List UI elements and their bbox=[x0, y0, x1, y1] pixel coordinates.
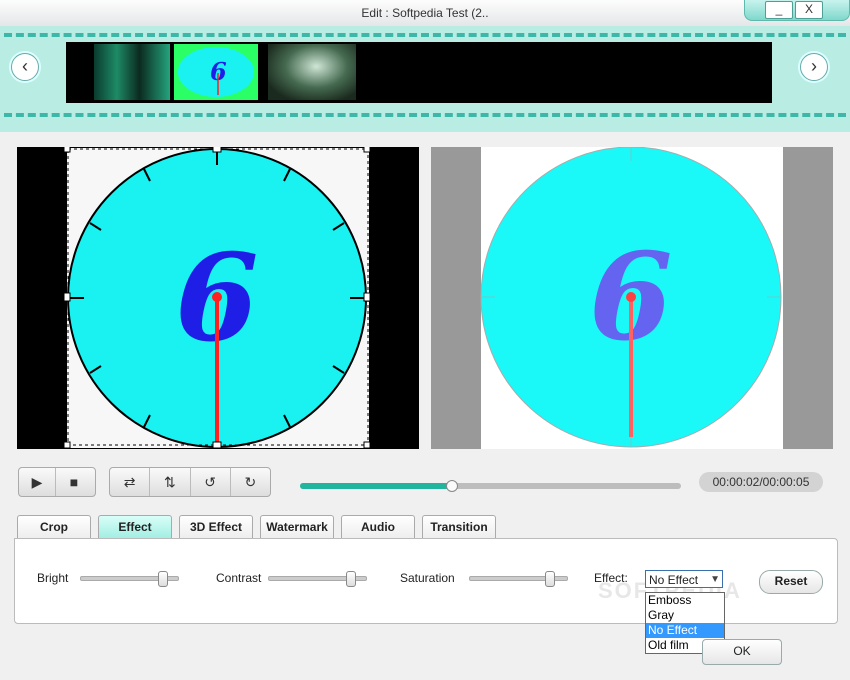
seek-handle[interactable] bbox=[446, 480, 459, 492]
effect-option-no-effect[interactable]: No Effect bbox=[646, 623, 724, 638]
seek-progress bbox=[300, 483, 453, 489]
minimize-button[interactable]: _ bbox=[765, 1, 793, 19]
stop-button[interactable]: ■ bbox=[56, 468, 92, 496]
clip-thumbnail-3[interactable] bbox=[268, 44, 356, 100]
window-controls: _ X bbox=[744, 0, 850, 21]
output-preview: 6 bbox=[431, 147, 833, 449]
saturation-label: Saturation bbox=[400, 571, 455, 585]
tab-audio[interactable]: Audio bbox=[341, 515, 415, 540]
timecode-display: 00:00:02/00:00:05 bbox=[699, 472, 823, 492]
flip-horizontal-button[interactable]: ⇄ bbox=[110, 468, 151, 496]
contrast-slider[interactable] bbox=[268, 571, 367, 587]
transform-controls: ⇄ ⇅ ↺ ↻ bbox=[109, 467, 271, 497]
play-button[interactable]: ▶ bbox=[19, 468, 56, 496]
bright-slider[interactable] bbox=[80, 571, 179, 587]
effect-option-gray[interactable]: Gray bbox=[646, 608, 724, 623]
rotate-ccw-button[interactable]: ↺ bbox=[191, 468, 231, 496]
clip-thumbnail-1[interactable] bbox=[94, 44, 170, 100]
contrast-label: Contrast bbox=[216, 571, 262, 585]
seek-slider[interactable] bbox=[300, 480, 681, 492]
title-bar: Edit : Softpedia Test (2.. _ X bbox=[0, 0, 850, 27]
original-clock-graphic: 6 bbox=[63, 147, 371, 449]
chevron-down-icon: ▼ bbox=[710, 574, 720, 585]
output-clock-graphic: 6 bbox=[480, 147, 783, 449]
ok-button[interactable]: OK bbox=[702, 639, 782, 665]
tab-transition[interactable]: Transition bbox=[422, 515, 496, 540]
clock-thumbnail: 6 bbox=[178, 47, 254, 97]
effect-select[interactable]: No Effect ▼ bbox=[645, 570, 723, 588]
playback-controls: ▶ ■ bbox=[18, 467, 96, 497]
saturation-slider[interactable] bbox=[469, 571, 568, 587]
next-clip-button[interactable]: › bbox=[800, 53, 828, 81]
film-perforation-bottom bbox=[4, 113, 846, 117]
clip-thumbnail-2-selected[interactable]: 6 bbox=[174, 44, 258, 100]
bright-slider-handle[interactable] bbox=[158, 571, 169, 587]
prev-clip-button[interactable]: ‹ bbox=[11, 53, 39, 81]
close-button[interactable]: X bbox=[795, 1, 823, 19]
film-strip: ‹ 6 › bbox=[0, 26, 850, 132]
clock-thumbnail-graphic: 6 bbox=[210, 57, 227, 95]
reset-button[interactable]: Reset bbox=[759, 570, 823, 594]
flip-vertical-button[interactable]: ⇅ bbox=[150, 468, 191, 496]
window-title: Edit : Softpedia Test (2.. bbox=[361, 6, 489, 20]
tab-crop[interactable]: Crop bbox=[17, 515, 91, 540]
rotate-cw-button[interactable]: ↻ bbox=[231, 468, 270, 496]
original-preview: 6 bbox=[17, 147, 419, 449]
clip-thumbnails: 6 bbox=[66, 42, 772, 103]
tab-effect[interactable]: Effect bbox=[98, 515, 172, 540]
effect-select-value: No Effect bbox=[649, 573, 699, 587]
film-perforation-top bbox=[4, 33, 846, 37]
tab-3d-effect[interactable]: 3D Effect bbox=[179, 515, 253, 540]
effect-label: Effect: bbox=[594, 571, 628, 585]
effect-option-emboss[interactable]: Emboss bbox=[646, 593, 724, 608]
saturation-slider-handle[interactable] bbox=[544, 571, 555, 587]
contrast-slider-handle[interactable] bbox=[346, 571, 357, 587]
tab-watermark[interactable]: Watermark bbox=[260, 515, 334, 540]
bright-label: Bright bbox=[37, 571, 69, 585]
